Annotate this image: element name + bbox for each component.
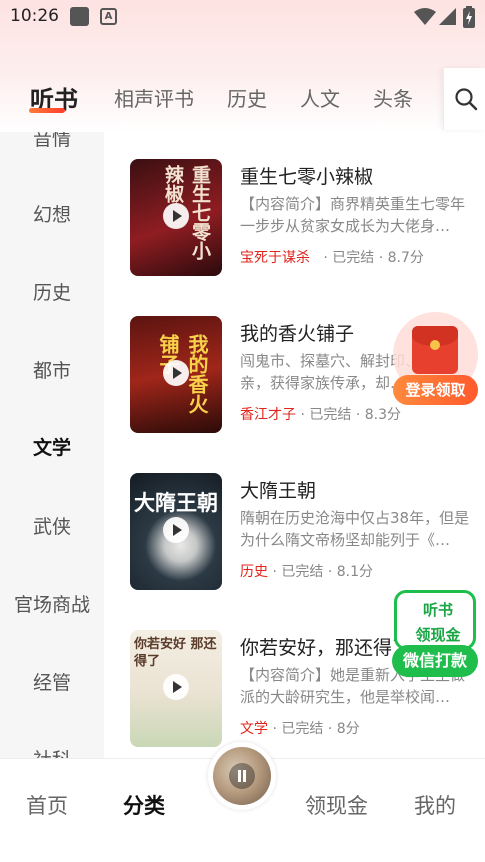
book-author[interactable]: 历史 — [240, 564, 268, 580]
book-score: 8.7分 — [387, 250, 424, 266]
cash-reward-box: 听书 领现金 — [394, 590, 476, 650]
book-score: 8.3分 — [364, 407, 401, 423]
book-score: 8分 — [336, 721, 360, 737]
cash-reward-badge[interactable]: 听书 领现金 微信打款 — [392, 590, 478, 680]
pause-icon[interactable] — [229, 763, 255, 789]
book-cover[interactable]: 重生七零小辣椒 — [130, 159, 222, 276]
sidebar-item-fantasy[interactable]: 幻想 — [0, 200, 104, 227]
notification-icon — [70, 7, 89, 26]
book-status: 已完结 — [332, 250, 375, 266]
tab-headlines[interactable]: 头条 — [373, 83, 413, 112]
wechat-payout-button[interactable]: 微信打款 — [392, 645, 478, 677]
cash-reward-line2: 领现金 — [415, 626, 461, 644]
book-status: 已完结 — [281, 721, 324, 737]
login-reward-button[interactable]: 登录领取 — [393, 375, 478, 405]
sidebar-item-wuxia[interactable]: 武侠 — [0, 512, 104, 539]
book-title: 我的香火铺子 — [240, 323, 355, 345]
book-score: 8.1分 — [336, 564, 373, 580]
book-meta: 历史 · 已完结 · 8.1分 — [240, 564, 373, 580]
cover-title: 大隋王朝 — [134, 491, 218, 515]
status-time: 10:26 — [10, 6, 59, 26]
sidebar-item-history[interactable]: 历史 — [0, 278, 104, 305]
book-cover[interactable]: 我的香火铺子 — [130, 316, 222, 433]
book-author[interactable]: 宝死于谋杀 — [240, 250, 310, 266]
app-notification-icon: A — [100, 8, 117, 25]
sidebar-item-literature[interactable]: 文学 — [0, 433, 104, 460]
book-status: 已完结 — [309, 407, 352, 423]
status-bar: 10:26 A — [0, 0, 485, 34]
cover-title: 你若安好 那还得了 — [134, 637, 217, 669]
book-description: 隋朝在历史沧海中仅占38年，但是为什么隋文帝杨坚却能列于《… — [240, 509, 470, 549]
book-author[interactable]: 文学 — [240, 721, 268, 737]
play-icon — [163, 203, 189, 229]
nav-mine[interactable]: 我的 — [414, 790, 456, 820]
play-icon — [163, 517, 189, 543]
book-description: 【内容简介】商界精英重生七零年一步步从贫家女成长为大佬身… — [240, 195, 466, 235]
play-icon — [163, 360, 189, 386]
sidebar-item-music[interactable]: 音情 — [0, 132, 104, 151]
tab-crosstalk[interactable]: 相声评书 — [114, 83, 194, 112]
sidebar-item-officialdom[interactable]: 官场商战 — [0, 590, 104, 617]
login-reward-badge[interactable]: 登录领取 — [393, 312, 478, 407]
sidebar-item-economics[interactable]: 经管 — [0, 668, 104, 695]
mini-player[interactable] — [208, 742, 276, 810]
list-item[interactable]: 重生七零小辣椒 重生七零小辣椒 【内容简介】商界精英重生七零年一步步从贫家女成长… — [104, 159, 485, 289]
nav-cash[interactable]: 领现金 — [305, 790, 368, 820]
book-meta: 文学 · 已完结 · 8分 — [240, 721, 360, 737]
book-title: 大隋王朝 — [240, 480, 317, 502]
cash-reward-line1: 听书 — [422, 601, 453, 619]
book-cover[interactable]: 大隋王朝 — [130, 473, 222, 590]
category-sidebar: 音情 幻想 历史 都市 文学 武侠 官场商战 经管 社科 — [0, 132, 104, 758]
red-envelope-icon — [412, 326, 458, 374]
book-author[interactable]: 香江才子 — [240, 407, 296, 423]
play-icon — [163, 674, 189, 700]
book-status: 已完结 — [281, 564, 324, 580]
search-icon — [455, 88, 478, 111]
nav-category[interactable]: 分类 — [123, 790, 165, 820]
book-meta: 香江才子 · 已完结 · 8.3分 — [240, 407, 401, 423]
list-item[interactable]: 大隋王朝 大隋王朝 隋朝在历史沧海中仅占38年，但是为什么隋文帝杨坚却能列于《…… — [104, 473, 485, 603]
sidebar-item-social-science[interactable]: 社科 — [0, 745, 104, 758]
signal-icon — [439, 8, 456, 25]
book-meta: 宝死于谋杀 · 已完结 · 8.7分 — [240, 250, 424, 266]
sidebar-item-urban[interactable]: 都市 — [0, 356, 104, 383]
book-title: 重生七零小辣椒 — [240, 166, 374, 188]
tab-history[interactable]: 历史 — [227, 83, 267, 112]
top-tabs: 听书 相声评书 历史 人文 头条 — [0, 75, 443, 125]
tab-humanities[interactable]: 人文 — [300, 83, 340, 112]
nav-home[interactable]: 首页 — [26, 790, 68, 820]
active-tab-indicator — [29, 108, 65, 113]
book-cover[interactable]: 你若安好 那还得了 — [130, 630, 222, 747]
book-title: 你若安好，那还得了 — [240, 637, 412, 659]
wifi-icon — [414, 8, 436, 25]
search-button[interactable] — [443, 68, 485, 130]
battery-icon — [463, 6, 475, 28]
